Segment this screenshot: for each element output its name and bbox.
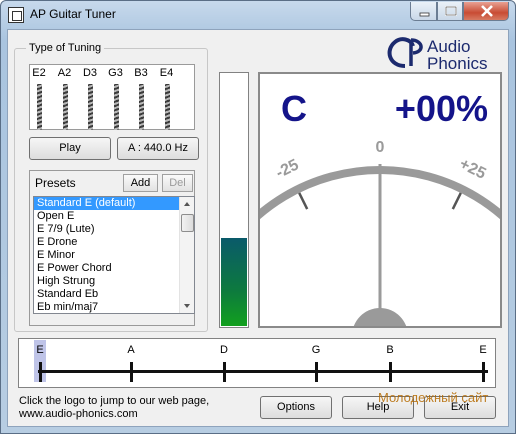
fret-tick-3[interactable]	[315, 362, 318, 382]
fretboard	[18, 338, 496, 388]
fret-note-label-2: D	[220, 344, 228, 356]
string-peg-2[interactable]	[88, 84, 93, 130]
fret-tick-4[interactable]	[389, 362, 392, 382]
title-bar[interactable]: AP Guitar Tuner	[1, 1, 515, 29]
dial-label-2: 0	[376, 139, 385, 156]
fret-tick-2[interactable]	[223, 362, 226, 382]
dial-tick-3	[451, 192, 462, 210]
string-label-2: D3	[82, 67, 98, 79]
preset-item[interactable]: E 7/9 (Lute)	[34, 223, 180, 236]
fret-note-label-1: A	[127, 344, 135, 356]
minimize-icon	[419, 12, 430, 17]
string-peg-1[interactable]	[62, 84, 68, 130]
preset-item[interactable]: Eb min/maj7	[34, 301, 180, 313]
preset-item[interactable]: Open E	[34, 210, 180, 223]
string-peg-5[interactable]	[164, 84, 170, 130]
reference-a-button[interactable]: A : 440.0 Hz	[117, 137, 199, 160]
scroll-thumb[interactable]	[181, 214, 194, 232]
preset-item[interactable]: Standard E (default)	[34, 197, 180, 210]
meter-dial: -50-250+25+50	[260, 139, 500, 326]
footer-link[interactable]: www.audio-phonics.com	[19, 408, 209, 421]
maximize-icon	[445, 6, 457, 16]
add-preset-button[interactable]: Add	[123, 174, 158, 192]
tuning-group-label: Type of Tuning	[26, 42, 105, 54]
presets-label: Presets	[35, 176, 76, 190]
preset-item[interactable]: Standard Eb	[34, 288, 180, 301]
signal-level-fill	[221, 238, 247, 326]
options-button[interactable]: Options	[260, 396, 332, 419]
play-button[interactable]: Play	[29, 137, 111, 160]
minimize-button[interactable]	[410, 2, 437, 21]
presets-scrollbar[interactable]	[179, 197, 194, 313]
string-label-5: E4	[159, 67, 174, 79]
delete-preset-button[interactable]: Del	[162, 174, 193, 192]
dial-label-1: -25	[273, 156, 301, 182]
logo-line1: Audio	[427, 37, 471, 56]
string-peg-4[interactable]	[139, 84, 144, 130]
string-label-1: A2	[57, 67, 72, 79]
signal-level-meter	[219, 72, 249, 328]
close-icon	[481, 5, 493, 17]
footer-line1: Click the logo to jump to our web page,	[19, 395, 210, 407]
footer-text[interactable]: Click the logo to jump to our web page, …	[19, 395, 209, 421]
preset-item[interactable]: E Minor	[34, 249, 180, 262]
scroll-down-icon[interactable]	[184, 304, 190, 308]
fret-tick-0[interactable]	[39, 362, 42, 382]
preset-item[interactable]: E Drone	[34, 236, 180, 249]
string-peg-0[interactable]	[37, 84, 42, 130]
string-label-3: G3	[108, 67, 123, 79]
fretboard-line	[38, 370, 488, 373]
fret-note-label-0: E	[36, 344, 44, 356]
window-title: AP Guitar Tuner	[30, 7, 116, 21]
scroll-up-icon[interactable]	[184, 202, 190, 206]
fret-note-label-4: B	[386, 344, 394, 356]
close-button[interactable]	[463, 2, 509, 21]
app-icon	[8, 7, 24, 23]
fret-tick-1[interactable]	[130, 362, 133, 382]
preset-item[interactable]: E Power Chord	[34, 262, 180, 275]
maximize-button[interactable]	[437, 2, 463, 21]
dial-tick-1	[298, 192, 309, 210]
logo-line2: Phonics	[427, 54, 488, 73]
preset-item[interactable]: High Strung	[34, 275, 180, 288]
dial-label-3: +25	[457, 156, 489, 183]
string-label-0: E2	[32, 67, 46, 79]
string-label-4: B3	[134, 67, 148, 79]
string-peg-3[interactable]	[113, 84, 119, 130]
watermark: Молодежный сайт	[378, 390, 489, 405]
tuning-meter: C +00% -50-250+25+50	[258, 72, 502, 328]
fret-note-label-3: G	[311, 344, 321, 356]
needle-hub	[353, 308, 407, 326]
presets-list[interactable]: Standard E (default) Open EE 7/9 (Lute) E …	[33, 196, 195, 314]
fret-tick-5[interactable]	[482, 362, 485, 382]
fret-note-label-5: E	[479, 344, 487, 356]
